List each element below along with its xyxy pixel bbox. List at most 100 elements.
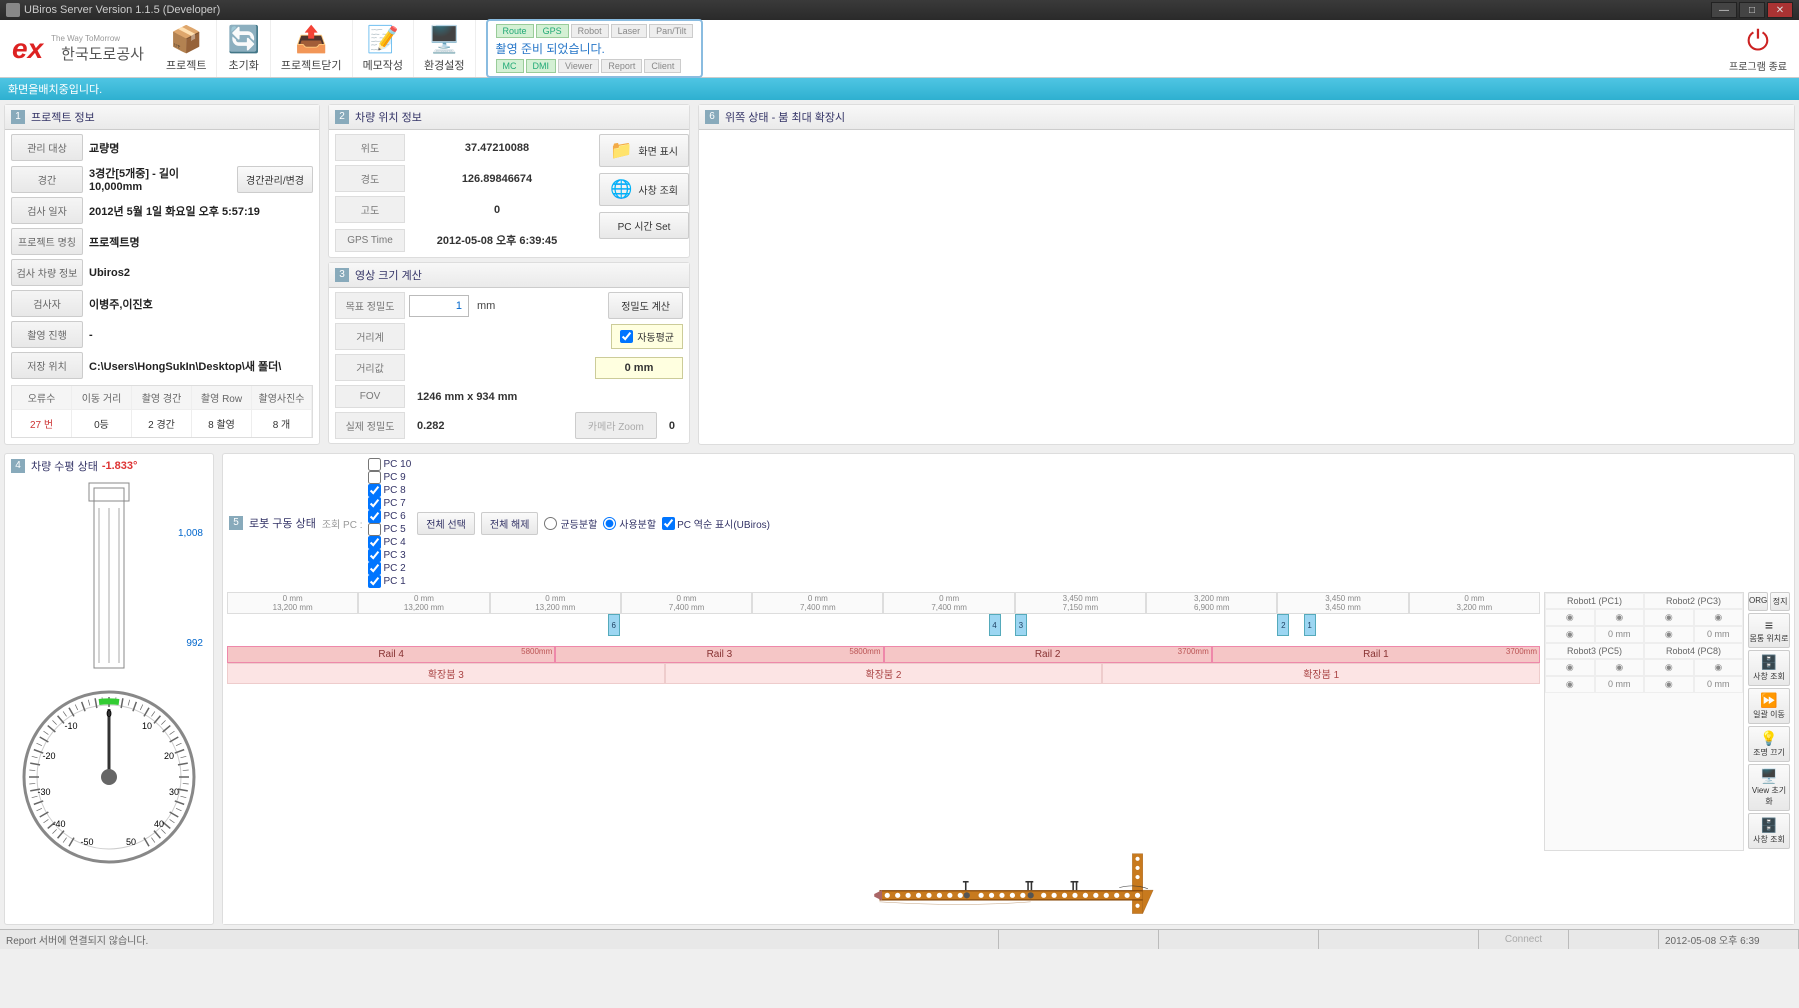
actual-precision-label: 실제 정밀도 (335, 412, 405, 439)
project-icon: 📦 (166, 24, 206, 55)
gps-field-label: GPS Time (335, 229, 405, 252)
rail-marker: 1 (1304, 614, 1316, 636)
svg-text:40: 40 (154, 819, 164, 829)
status-tab-mc[interactable]: MC (496, 59, 524, 73)
svg-text:-10: -10 (64, 721, 77, 731)
home-button[interactable]: ≡몸통 위치로 (1748, 613, 1790, 648)
memo-button[interactable]: 📝 메모작성 (353, 20, 414, 77)
rail-segment: Rail 45800mm (227, 646, 555, 663)
screen-display-button[interactable]: 📁 화면 표시 (599, 134, 689, 167)
light-button[interactable]: 💡조명 끄기 (1748, 726, 1790, 762)
pc-checkbox[interactable]: PC 8 (368, 484, 411, 497)
view-reset-button[interactable]: 🖥️View 초기화 (1748, 764, 1790, 811)
pc-checkbox[interactable]: PC 1 (368, 575, 411, 588)
project-field-label: 촬영 진행 (11, 321, 83, 348)
bars-icon: ≡ (1749, 617, 1789, 633)
status-tab-route[interactable]: Route (496, 24, 534, 38)
select-all-button[interactable]: 전체 선택 (417, 512, 475, 535)
status-tab-client[interactable]: Client (644, 59, 681, 73)
close-button[interactable]: ✕ (1767, 2, 1793, 18)
project-field-value: C:\Users\HongSukIn\Desktop\새 폴더\ (89, 358, 313, 374)
status-tab-robot[interactable]: Robot (571, 24, 609, 38)
span-manage-button[interactable]: 경간관리/변경 (237, 166, 313, 193)
status-tab-dmi[interactable]: DMI (526, 59, 557, 73)
pc-checkbox[interactable]: PC 5 (368, 523, 411, 536)
project-field-label: 검사자 (11, 290, 83, 317)
actual-precision-value: 0.282 (409, 416, 571, 436)
section-3-header: 3 영상 크기 계산 (329, 263, 689, 288)
close-project-button[interactable]: 📤 프로젝트닫기 (271, 20, 353, 77)
photo-view-button[interactable]: 🌐 사창 조회 (599, 173, 689, 206)
pc-checkbox[interactable]: PC 3 (368, 549, 411, 562)
svg-text:-30: -30 (37, 787, 50, 797)
project-button[interactable]: 📦 프로젝트 (156, 20, 217, 77)
exit-button[interactable]: ⏻ 프로그램 종료 (1729, 25, 1787, 73)
logo-text: 한국도로공사 (61, 43, 144, 64)
logo-tagline: The Way ToMorrow (51, 34, 144, 43)
top-view-canvas (699, 130, 1794, 410)
status-datetime: 2012-05-08 오후 6:39 (1659, 930, 1799, 949)
pc-time-set-button[interactable]: PC 시간 Set (599, 212, 689, 239)
status-tab-gps[interactable]: GPS (536, 24, 569, 38)
status-message: Report 서버에 연결되지 않습니다. (0, 930, 999, 949)
pc-checkbox[interactable]: PC 9 (368, 471, 411, 484)
gps-field-value: 126.89846674 (405, 168, 589, 190)
target-precision-input[interactable] (409, 295, 469, 317)
status-tab-report[interactable]: Report (601, 59, 642, 73)
svg-text:-40: -40 (52, 819, 65, 829)
target-precision-label: 목표 정밀도 (335, 292, 405, 319)
pc-checkbox[interactable]: PC 6 (368, 510, 411, 523)
memo-icon: 📝 (363, 24, 403, 55)
deselect-all-button[interactable]: 전체 해제 (481, 512, 539, 535)
section-2-header: 2 차량 위치 정보 (329, 105, 689, 130)
forward-icon: ⏩ (1749, 692, 1789, 709)
gps-field-label: 위도 (335, 134, 405, 161)
split-use-radio[interactable]: 사용분할 (603, 516, 656, 531)
connect-button[interactable]: Connect (1479, 930, 1569, 949)
status-tab-viewer[interactable]: Viewer (558, 59, 599, 73)
maximize-button[interactable]: □ (1739, 2, 1765, 18)
project-field-value: 이병주,이진호 (89, 296, 313, 312)
project-field-label: 경간 (11, 166, 83, 193)
bridge-visualization[interactable] (223, 851, 1794, 924)
robot-status-panel: Robot1 (PC1) Robot2 (PC3) ◉◉◉◉ ◉0 mm◉0 m… (1544, 592, 1744, 851)
sub-status-bar: 화면을배치중입니다. (0, 78, 1799, 100)
stop-button[interactable]: 정지 (1770, 592, 1790, 611)
minimize-button[interactable]: — (1711, 2, 1737, 18)
rail-segment: Rail 13700mm (1212, 646, 1540, 663)
reset-button[interactable]: 🔄 초기화 (217, 20, 270, 77)
photo2-button[interactable]: 🗄️사창 조회 (1748, 813, 1790, 849)
status-bar: Report 서버에 연결되지 않습니다. Connect 2012-05-08… (0, 929, 1799, 949)
pc-checkbox[interactable]: PC 7 (368, 497, 411, 510)
pc-checkbox[interactable]: PC 10 (368, 458, 411, 471)
monitor-icon: 🖥️ (1749, 768, 1789, 785)
status-tab-pan/tilt[interactable]: Pan/Tilt (649, 24, 693, 38)
move-button[interactable]: ⏩일괄 이동 (1748, 688, 1790, 724)
logo: ex The Way ToMorrow 한국도로공사 (0, 33, 156, 65)
rail-marker: 3 (1015, 614, 1027, 636)
gps-field-label: 고도 (335, 196, 405, 223)
pc-checkbox[interactable]: PC 4 (368, 536, 411, 549)
project-field-label: 검사 차량 정보 (11, 259, 83, 286)
status-tab-laser[interactable]: Laser (611, 24, 648, 38)
camera-zoom-button[interactable]: 카메라 Zoom (575, 412, 657, 439)
auto-avg-checkbox[interactable]: 자동평균 (611, 324, 683, 349)
org-button[interactable]: ORG (1748, 592, 1768, 611)
section-1-header: 1 프로젝트 정보 (5, 105, 319, 130)
reset-icon: 🔄 (227, 24, 259, 55)
split-even-radio[interactable]: 균등분할 (544, 516, 597, 531)
pc-checkbox[interactable]: PC 2 (368, 562, 411, 575)
section-5-header: 5 로봇 구동 상태 조회 PC : PC 10PC 9PC 8PC 7PC 6… (223, 454, 1794, 592)
project-field-label: 검사 일자 (11, 197, 83, 224)
calc-precision-button[interactable]: 정밀도 계산 (608, 292, 683, 319)
project-field-value: 교량명 (89, 140, 313, 156)
env-button[interactable]: 🖥️ 환경설정 (414, 20, 475, 77)
level-mark-lo: 992 (186, 638, 203, 649)
fov-value: 1246 mm x 934 mm (409, 387, 683, 407)
photo-button[interactable]: 🗄️사창 조회 (1748, 650, 1790, 686)
pc-reverse-checkbox[interactable]: PC 역순 표시(UBiros) (662, 516, 770, 531)
svg-text:-50: -50 (80, 837, 93, 847)
power-icon: ⏻ (1729, 25, 1787, 58)
rail-marker: 2 (1277, 614, 1289, 636)
database-icon: 🗄️ (1749, 817, 1789, 834)
